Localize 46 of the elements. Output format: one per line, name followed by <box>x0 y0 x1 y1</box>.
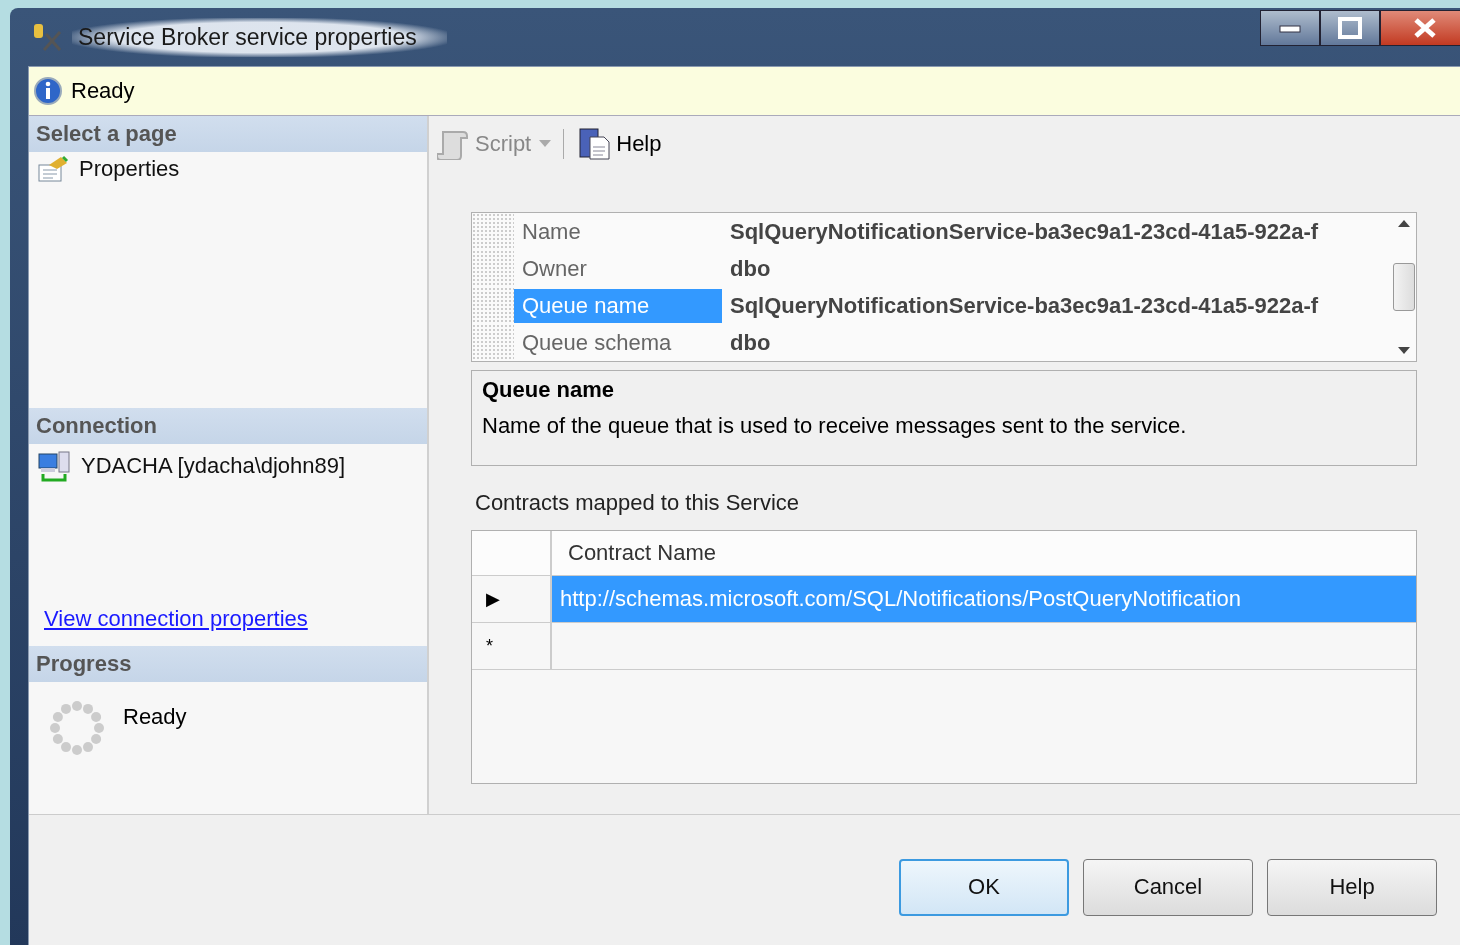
description-title: Queue name <box>482 377 616 403</box>
scroll-down-icon <box>1398 347 1410 355</box>
property-name[interactable]: Queue schema <box>514 325 722 360</box>
close-icon <box>1412 17 1438 39</box>
minimize-button[interactable] <box>1260 10 1320 46</box>
description-text: Name of the queue that is used to receive messages sent to the service. <box>482 413 1188 439</box>
status-text: Ready <box>71 78 135 104</box>
progress-status: Ready <box>123 703 187 730</box>
info-icon <box>33 76 63 106</box>
connection-name: YDACHA [ydacha\djohn89] <box>81 453 346 479</box>
close-button[interactable] <box>1380 10 1460 46</box>
property-value: dbo <box>729 329 772 356</box>
dialog-button[interactable]: Help <box>1267 858 1437 916</box>
help-button[interactable]: Help <box>576 125 664 163</box>
server-connection-icon <box>37 450 71 482</box>
row-marker: * <box>486 635 493 657</box>
property-name[interactable]: Name <box>514 214 722 249</box>
grid-gutter <box>472 324 514 361</box>
dialog-button[interactable]: Cancel <box>1083 858 1253 916</box>
window-title: Service Broker service properties <box>72 17 447 57</box>
maximize-button[interactable] <box>1320 10 1380 46</box>
grid-gutter <box>472 250 514 287</box>
help-book-icon <box>578 127 611 161</box>
maximize-icon <box>1338 17 1362 39</box>
dialog-button[interactable]: OK <box>899 858 1069 916</box>
page-item[interactable]: Properties <box>79 156 180 182</box>
section-header: Connection <box>29 408 427 444</box>
service-icon <box>32 22 62 52</box>
scroll-icon <box>437 128 469 160</box>
property-name[interactable]: Owner <box>514 251 722 286</box>
property-value: dbo <box>729 255 772 282</box>
property-value: SqlQueryNotificationService-ba3ec9a1-23cd-41a5-922a-f <box>729 292 1320 319</box>
row-marker: ▶ <box>486 588 500 610</box>
grid-gutter <box>472 287 514 324</box>
contracts-label: Contracts mapped to this Service <box>475 490 801 516</box>
grid-gutter <box>472 213 514 250</box>
connection-properties-link[interactable]: View connection properties <box>44 606 308 632</box>
minimize-icon <box>1278 23 1302 33</box>
properties-icon <box>37 155 69 183</box>
section-header: Select a page <box>29 116 427 152</box>
scrollbar-thumb[interactable] <box>1393 263 1415 311</box>
dropdown-caret-icon <box>539 140 552 148</box>
spinner-icon <box>47 698 107 758</box>
scroll-up-icon <box>1398 219 1410 227</box>
section-header: Progress <box>29 646 427 682</box>
property-value: SqlQueryNotificationService-ba3ec9a1-23cd-41a5-922a-f <box>729 218 1320 245</box>
